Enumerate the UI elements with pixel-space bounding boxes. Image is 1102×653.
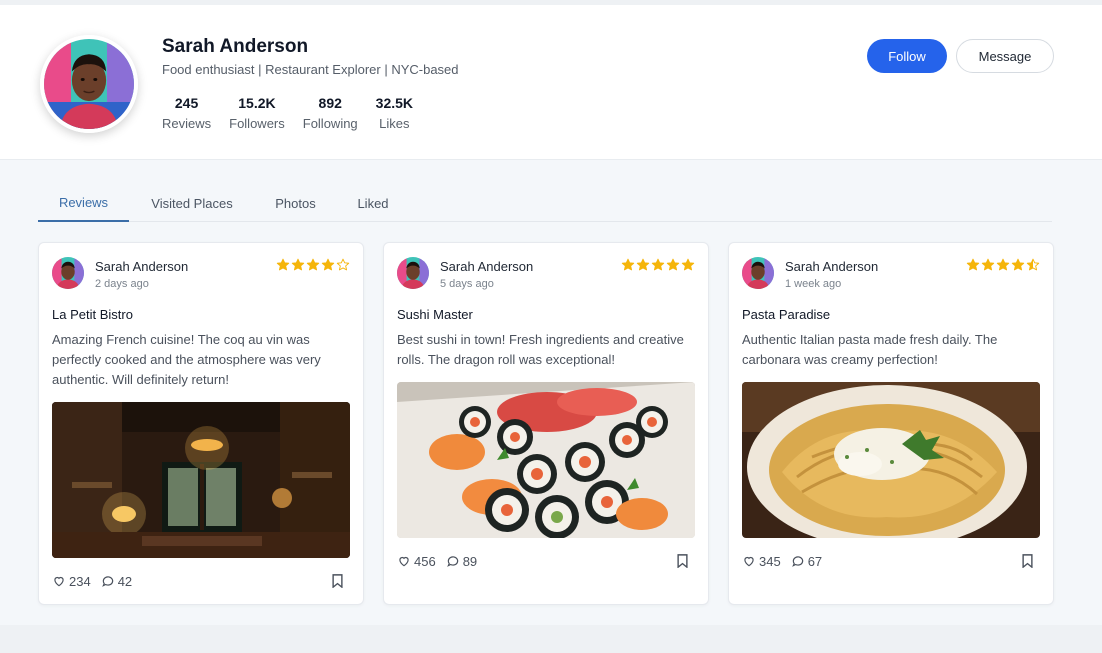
star-filled-icon <box>651 258 665 271</box>
review-author[interactable]: Sarah Anderson <box>440 259 533 274</box>
tab-photos[interactable]: Photos <box>255 184 336 222</box>
tab-liked[interactable]: Liked <box>336 184 410 222</box>
stat-value: 892 <box>318 95 342 111</box>
review-author[interactable]: Sarah Anderson <box>95 259 188 274</box>
stat-label: Following <box>302 116 358 131</box>
review-footer: 234 42 <box>52 571 350 591</box>
like-button[interactable]: 456 <box>397 554 436 569</box>
rating-stars <box>275 258 350 272</box>
review-photo[interactable] <box>52 402 350 558</box>
star-filled-icon <box>636 258 650 271</box>
star-filled-icon <box>666 258 680 271</box>
avatar-image <box>52 257 84 289</box>
author-avatar[interactable] <box>397 257 429 289</box>
review-text: Amazing French cuisine! The coq au vin w… <box>52 332 321 387</box>
comment-icon <box>446 556 458 567</box>
review-author[interactable]: Sarah Anderson <box>785 259 878 274</box>
review-footer: 345 67 <box>742 551 1040 571</box>
restaurant-interior-image <box>52 402 350 558</box>
stat-likes[interactable]: 32.5K Likes <box>376 95 413 131</box>
comment-icon <box>101 576 113 587</box>
profile-avatar[interactable] <box>40 35 138 133</box>
star-filled-icon <box>681 258 695 271</box>
like-button[interactable]: 345 <box>742 554 781 569</box>
like-button[interactable]: 234 <box>52 574 91 589</box>
stat-value: 245 <box>174 95 199 111</box>
star-filled-icon <box>621 258 635 271</box>
review-text: Best sushi in town! Fresh ingredients an… <box>397 332 684 367</box>
comment-button[interactable]: 67 <box>791 554 822 569</box>
comment-count: 67 <box>807 553 823 569</box>
review-card[interactable]: Sarah Anderson 5 days ago Sushi Master B… <box>383 242 709 605</box>
review-header: Sarah Anderson 5 days ago <box>397 257 695 291</box>
avatar-image <box>44 39 134 129</box>
star-filled-icon <box>291 258 305 271</box>
review-time: 5 days ago <box>440 278 494 290</box>
stat-following[interactable]: 892 Following <box>303 95 358 131</box>
place-name[interactable]: La Petit Bistro <box>52 307 133 322</box>
heart-icon <box>744 556 754 567</box>
pasta-carbonara-image <box>742 382 1040 538</box>
rating-stars <box>620 258 695 272</box>
comment-button[interactable]: 89 <box>446 554 477 569</box>
tab-visited-places[interactable]: Visited Places <box>129 184 255 222</box>
place-name[interactable]: Sushi Master <box>397 307 473 322</box>
comment-button[interactable]: 42 <box>101 574 132 589</box>
comment-icon <box>791 556 803 567</box>
stat-value: 32.5K <box>375 95 414 111</box>
comment-count: 89 <box>462 553 478 569</box>
star-filled-icon <box>321 258 335 271</box>
review-header: Sarah Anderson 2 days ago <box>52 257 350 291</box>
review-time: 1 week ago <box>785 278 842 290</box>
stat-followers[interactable]: 15.2K Followers <box>229 95 285 131</box>
star-filled-icon <box>966 258 980 271</box>
follow-button[interactable]: Follow <box>867 39 947 73</box>
message-button[interactable]: Message <box>956 39 1054 73</box>
place-name[interactable]: Pasta Paradise <box>742 307 830 322</box>
star-filled-icon <box>276 258 290 271</box>
like-count: 456 <box>414 553 436 569</box>
avatar-image <box>742 257 774 289</box>
profile-tabs: Reviews Visited Places Photos Liked <box>38 184 1052 222</box>
stat-label: Likes <box>379 116 410 131</box>
star-filled-icon <box>306 258 320 271</box>
star-filled-icon <box>981 258 995 271</box>
profile-header: Sarah Anderson Food enthusiast | Restaur… <box>0 5 1102 160</box>
stat-reviews[interactable]: 245 Reviews <box>162 95 211 131</box>
like-count: 234 <box>69 573 91 589</box>
star-half-icon <box>1026 258 1040 271</box>
comment-count: 42 <box>117 573 133 589</box>
review-card[interactable]: Sarah Anderson 2 days ago La Petit Bistr… <box>38 242 364 605</box>
review-header: Sarah Anderson 1 week ago <box>742 257 1040 291</box>
heart-icon <box>399 556 409 567</box>
review-text: Authentic Italian pasta made fresh daily… <box>742 332 998 367</box>
star-empty-icon <box>336 258 350 271</box>
review-time: 2 days ago <box>95 278 149 290</box>
star-filled-icon <box>996 258 1010 271</box>
stat-value: 15.2K <box>238 95 276 111</box>
profile-stats: 245 Reviews 15.2K Followers 892 Followin… <box>162 95 431 131</box>
review-footer: 456 89 <box>397 551 695 571</box>
author-avatar[interactable] <box>52 257 84 289</box>
profile-bio: Food enthusiast | Restaurant Explorer | … <box>162 62 459 77</box>
star-filled-icon <box>1011 258 1025 271</box>
review-card[interactable]: Sarah Anderson 1 week ago Pasta Paradise… <box>728 242 1054 605</box>
author-avatar[interactable] <box>742 257 774 289</box>
rating-stars <box>965 258 1040 272</box>
like-count: 345 <box>759 553 781 569</box>
page-bottom-band <box>0 625 1102 653</box>
review-photo[interactable] <box>397 382 695 538</box>
bookmark-icon[interactable] <box>331 574 344 588</box>
tab-reviews[interactable]: Reviews <box>38 184 129 222</box>
profile-name: Sarah Anderson <box>162 36 309 57</box>
bookmark-icon[interactable] <box>676 554 689 568</box>
stat-label: Reviews <box>162 116 212 131</box>
sushi-platter-image <box>397 382 695 538</box>
review-photo[interactable] <box>742 382 1040 538</box>
bookmark-icon[interactable] <box>1021 554 1034 568</box>
stat-label: Followers <box>229 116 285 131</box>
avatar-image <box>397 257 429 289</box>
heart-icon <box>54 576 64 587</box>
